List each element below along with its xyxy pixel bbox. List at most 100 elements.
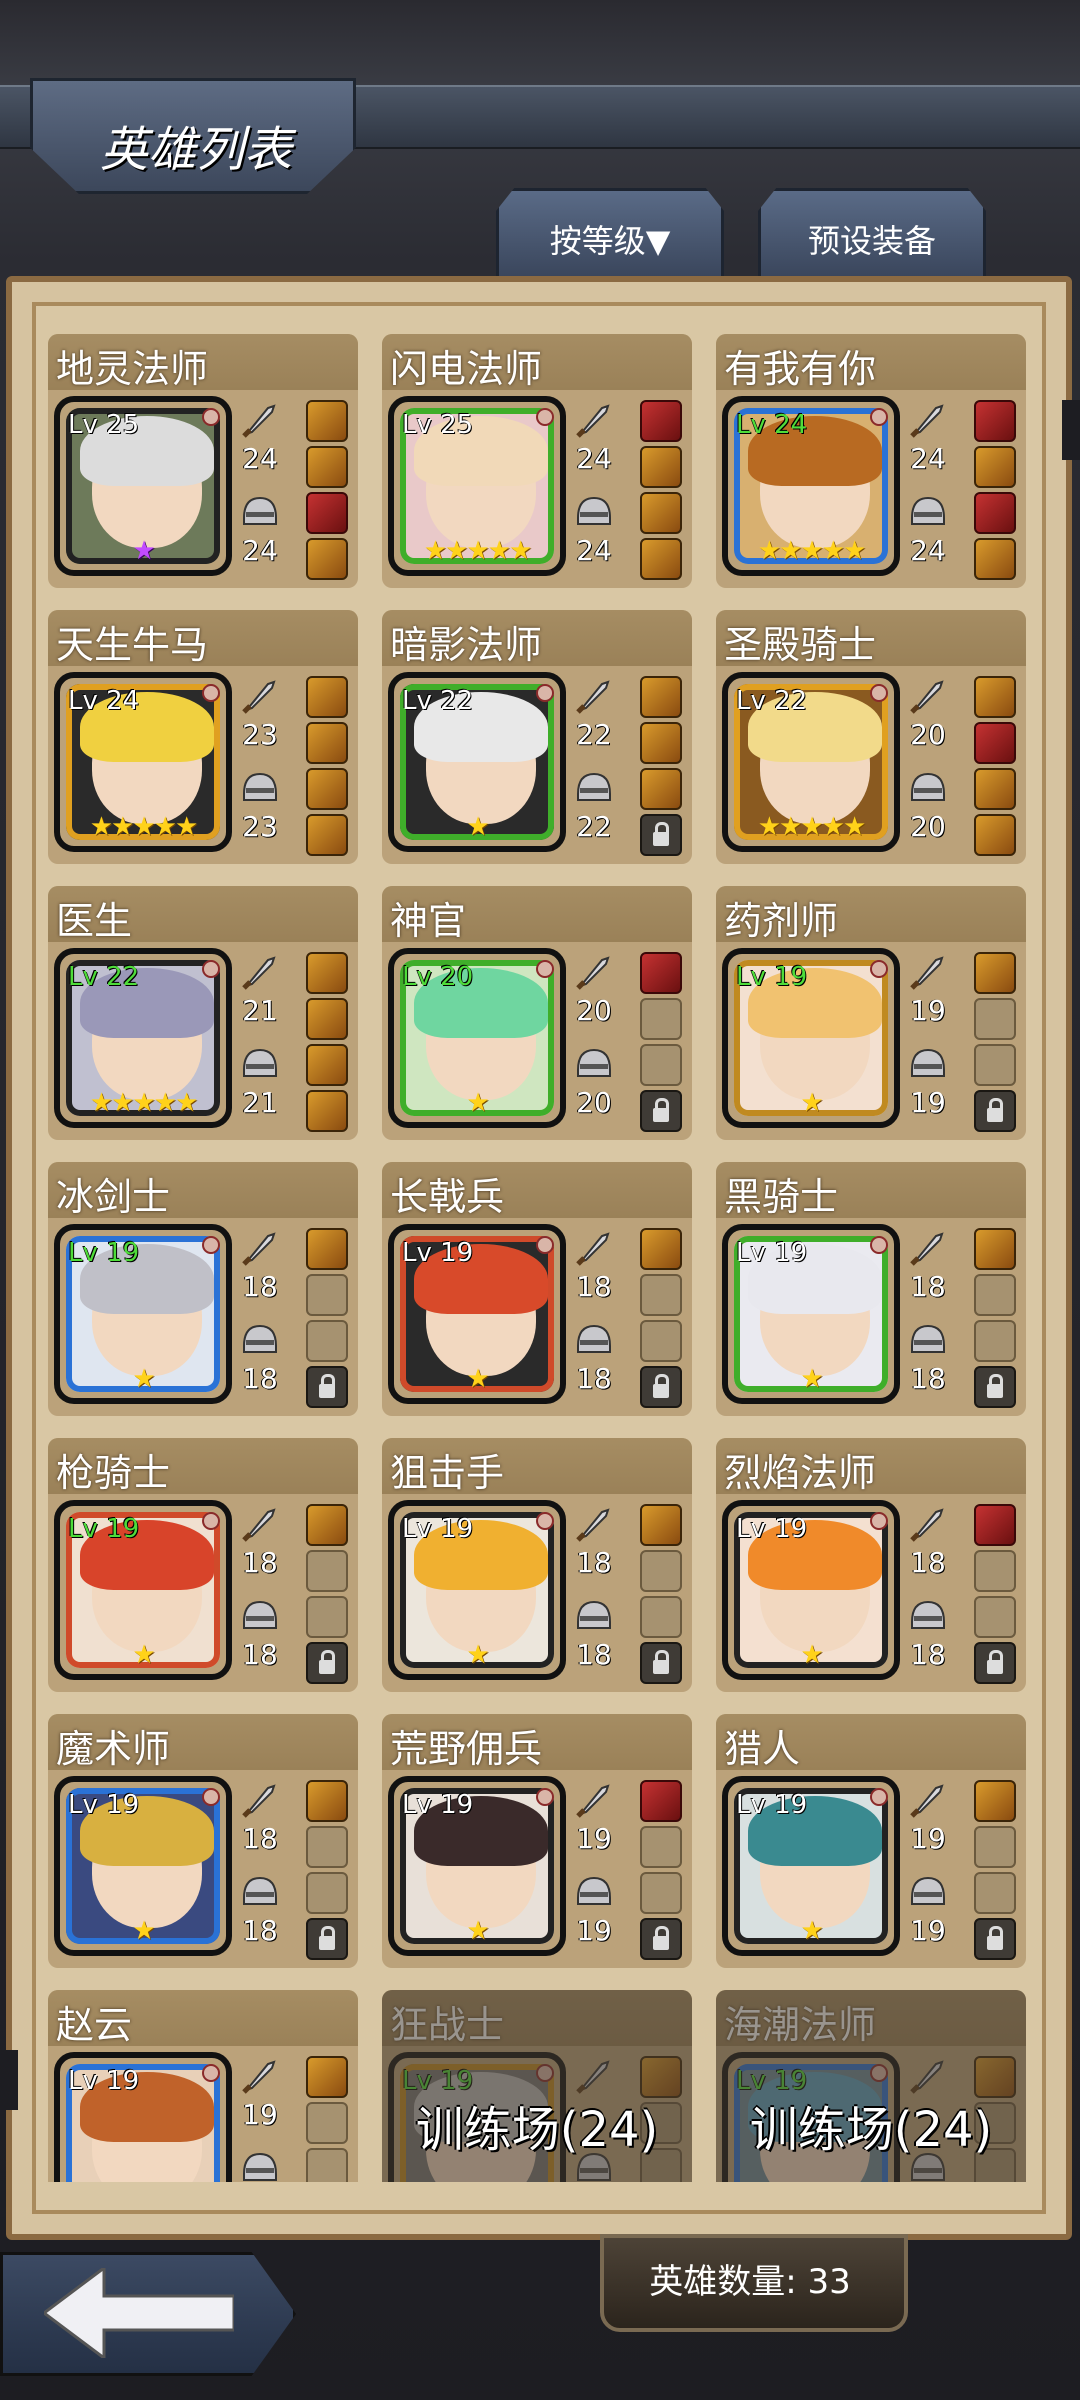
hero-portrait[interactable]: Lv 19 ★	[388, 1776, 566, 1956]
hero-portrait[interactable]: Lv 19 ★	[54, 1500, 232, 1680]
hero-card[interactable]: 黑骑士 Lv 19 ★ 18 18	[716, 1162, 1026, 1416]
equipment-slot[interactable]	[640, 538, 682, 580]
hero-portrait[interactable]: Lv 19 ★	[388, 1224, 566, 1404]
hero-card[interactable]: 闪电法师 Lv 25 ★★★★★ 24 24	[382, 334, 692, 588]
hero-portrait[interactable]: Lv 24 ★★★★★	[54, 672, 232, 852]
equipment-slot[interactable]	[974, 768, 1016, 810]
hero-card[interactable]: 神官 Lv 20 ★ 20 20	[382, 886, 692, 1140]
hero-portrait[interactable]: Lv 19 ★	[722, 948, 900, 1128]
hero-portrait[interactable]: Lv 22 ★★★★★	[54, 948, 232, 1128]
empty-slot[interactable]	[974, 1826, 1016, 1868]
empty-slot[interactable]	[306, 1320, 348, 1362]
equipment-slot[interactable]	[640, 1504, 682, 1546]
lock-icon[interactable]	[306, 1918, 348, 1960]
empty-slot[interactable]	[974, 1596, 1016, 1638]
lock-icon[interactable]	[640, 1366, 682, 1408]
equipment-slot[interactable]	[306, 998, 348, 1040]
hero-card[interactable]: 医生 Lv 22 ★★★★★ 21 21	[48, 886, 358, 1140]
hero-grid[interactable]: 地灵法师 Lv 25 ★ 24 24 闪电法师 Lv 25 ★★★★★ 24 24 有我有你 Lv 2…	[48, 334, 1028, 2182]
lock-icon[interactable]	[974, 1366, 1016, 1408]
equipment-slot[interactable]	[306, 538, 348, 580]
hero-card[interactable]: 冰剑士 Lv 19 ★ 18 18	[48, 1162, 358, 1416]
hero-card[interactable]: 猎人 Lv 19 ★ 19 19	[716, 1714, 1026, 1968]
equipment-slot[interactable]	[974, 492, 1016, 534]
equipment-slot[interactable]	[306, 814, 348, 856]
hero-card[interactable]: 天生牛马 Lv 24 ★★★★★ 23 23	[48, 610, 358, 864]
hero-card[interactable]: 长戟兵 Lv 19 ★ 18 18	[382, 1162, 692, 1416]
empty-slot[interactable]	[306, 1596, 348, 1638]
hero-card[interactable]: 狂战士Lv 19训练场(24)	[382, 1990, 692, 2182]
hero-card[interactable]: 狙击手 Lv 19 ★ 18 18	[382, 1438, 692, 1692]
equipment-slot[interactable]	[974, 1780, 1016, 1822]
empty-slot[interactable]	[640, 1826, 682, 1868]
lock-icon[interactable]	[640, 814, 682, 856]
empty-slot[interactable]	[974, 1550, 1016, 1592]
equipment-slot[interactable]	[306, 1090, 348, 1132]
hero-card[interactable]: 荒野佣兵 Lv 19 ★ 19 19	[382, 1714, 692, 1968]
lock-icon[interactable]	[306, 1366, 348, 1408]
equipment-slot[interactable]	[306, 1228, 348, 1270]
empty-slot[interactable]	[640, 998, 682, 1040]
hero-portrait[interactable]: Lv 25 ★	[54, 396, 232, 576]
hero-card[interactable]: 海潮法师Lv 19训练场(24)	[716, 1990, 1026, 2182]
equipment-slot[interactable]	[306, 722, 348, 764]
equipment-slot[interactable]	[306, 492, 348, 534]
hero-portrait[interactable]: Lv 19 ★	[722, 1776, 900, 1956]
equipment-slot[interactable]	[640, 676, 682, 718]
empty-slot[interactable]	[974, 1872, 1016, 1914]
equipment-slot[interactable]	[306, 952, 348, 994]
equipment-slot[interactable]	[640, 768, 682, 810]
equipment-slot[interactable]	[974, 676, 1016, 718]
hero-portrait[interactable]: Lv 19 ★	[722, 1224, 900, 1404]
equipment-slot[interactable]	[640, 446, 682, 488]
equipment-slot[interactable]	[640, 722, 682, 764]
hero-portrait[interactable]: Lv 20 ★	[388, 948, 566, 1128]
empty-slot[interactable]	[306, 1872, 348, 1914]
equipment-slot[interactable]	[974, 722, 1016, 764]
lock-icon[interactable]	[640, 1918, 682, 1960]
hero-card[interactable]: 烈焰法师 Lv 19 ★ 18 18	[716, 1438, 1026, 1692]
empty-slot[interactable]	[306, 1274, 348, 1316]
hero-card[interactable]: 枪骑士 Lv 19 ★ 18 18	[48, 1438, 358, 1692]
hero-portrait[interactable]: Lv 19 ★	[722, 1500, 900, 1680]
lock-icon[interactable]	[640, 1642, 682, 1684]
equipment-slot[interactable]	[974, 1228, 1016, 1270]
equipment-slot[interactable]	[306, 446, 348, 488]
equipment-slot[interactable]	[974, 538, 1016, 580]
equipment-slot[interactable]	[640, 400, 682, 442]
equipment-slot[interactable]	[640, 1780, 682, 1822]
lock-icon[interactable]	[974, 1642, 1016, 1684]
hero-card[interactable]: 赵云 Lv 19 19	[48, 1990, 358, 2182]
back-arrow-icon[interactable]	[44, 2268, 234, 2358]
equipment-slot[interactable]	[306, 1780, 348, 1822]
hero-portrait[interactable]: Lv 19	[54, 2052, 232, 2182]
hero-portrait[interactable]: Lv 19 ★	[54, 1224, 232, 1404]
empty-slot[interactable]	[640, 1274, 682, 1316]
hero-portrait[interactable]: Lv 22 ★	[388, 672, 566, 852]
equipment-slot[interactable]	[974, 1504, 1016, 1546]
empty-slot[interactable]	[974, 1044, 1016, 1086]
empty-slot[interactable]	[640, 1550, 682, 1592]
equipment-slot[interactable]	[974, 446, 1016, 488]
equipment-slot[interactable]	[306, 1504, 348, 1546]
hero-card[interactable]: 魔术师 Lv 19 ★ 18 18	[48, 1714, 358, 1968]
hero-portrait[interactable]: Lv 19 ★	[54, 1776, 232, 1956]
empty-slot[interactable]	[640, 1872, 682, 1914]
empty-slot[interactable]	[640, 1596, 682, 1638]
hero-card[interactable]: 暗影法师 Lv 22 ★ 22 22	[382, 610, 692, 864]
hero-portrait[interactable]: Lv 24 ★★★★★	[722, 396, 900, 576]
equipment-slot[interactable]	[640, 952, 682, 994]
empty-slot[interactable]	[306, 2148, 348, 2182]
equipment-slot[interactable]	[974, 814, 1016, 856]
equipment-slot[interactable]	[306, 768, 348, 810]
empty-slot[interactable]	[640, 1320, 682, 1362]
lock-icon[interactable]	[974, 1090, 1016, 1132]
hero-portrait[interactable]: Lv 25 ★★★★★	[388, 396, 566, 576]
empty-slot[interactable]	[974, 1274, 1016, 1316]
equipment-slot[interactable]	[306, 2056, 348, 2098]
equipment-slot[interactable]	[640, 1228, 682, 1270]
hero-portrait[interactable]: Lv 19 ★	[388, 1500, 566, 1680]
equipment-slot[interactable]	[306, 1044, 348, 1086]
hero-card[interactable]: 药剂师 Lv 19 ★ 19 19	[716, 886, 1026, 1140]
lock-icon[interactable]	[974, 1918, 1016, 1960]
